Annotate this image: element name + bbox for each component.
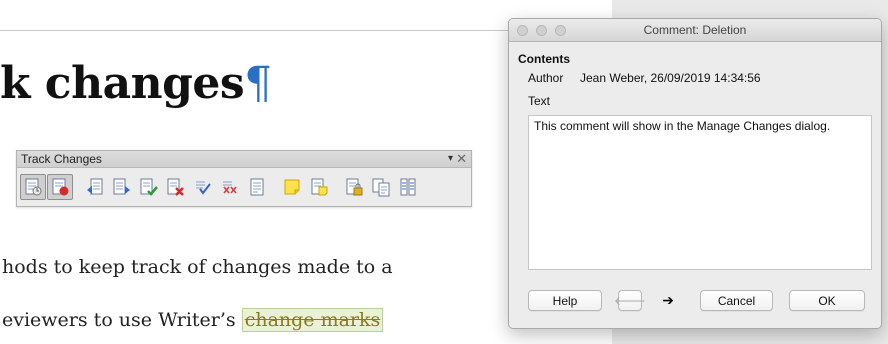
toolbar-icons	[20, 171, 422, 203]
body-line-2-text: eviewers to use Writer’s	[2, 309, 242, 331]
accept-all-button[interactable]	[190, 174, 216, 200]
accept-change-button[interactable]	[136, 174, 162, 200]
previous-change-button[interactable]	[82, 174, 108, 200]
reject-all-icon	[223, 181, 237, 194]
contents-heading: Contents	[518, 52, 570, 66]
show-changes-icon	[52, 178, 69, 196]
compare-document-icon	[372, 178, 390, 197]
body-line-2[interactable]: eviewers to use Writer’s change marks	[2, 308, 384, 332]
accept-change-icon	[140, 178, 158, 196]
cancel-button[interactable]: Cancel	[700, 290, 773, 311]
protect-changes-button[interactable]	[341, 174, 367, 200]
comment-change-button[interactable]	[306, 174, 332, 200]
tracked-deletion[interactable]: change marks	[241, 308, 384, 332]
merge-document-icon	[400, 178, 416, 196]
toolbar-title: Track Changes	[21, 152, 102, 166]
manage-changes-button[interactable]	[244, 174, 270, 200]
dialog-title-bar[interactable]: Comment: Deletion	[509, 19, 881, 42]
author-label: Author	[528, 71, 564, 85]
show-changes-button[interactable]	[47, 174, 73, 200]
comment-dialog: Comment: Deletion Contents Author Jean W…	[508, 18, 882, 329]
reject-all-button[interactable]	[217, 174, 243, 200]
compare-document-button[interactable]	[368, 174, 394, 200]
insert-comment-button[interactable]	[279, 174, 305, 200]
protect-changes-icon	[346, 178, 363, 196]
dialog-title: Comment: Deletion	[643, 23, 747, 37]
manage-changes-icon	[250, 178, 264, 196]
text-label: Text	[528, 94, 551, 108]
next-change-button[interactable]	[109, 174, 135, 200]
ok-button[interactable]: OK	[789, 290, 865, 311]
arrow-right-icon: ➔	[662, 292, 674, 308]
insert-comment-icon	[284, 179, 300, 195]
toolbar-title-bar[interactable]: Track Changes ▾ ✕	[17, 151, 471, 168]
arrow-left-icon: 🡐	[613, 294, 647, 308]
record-changes-button[interactable]	[20, 174, 46, 200]
document-heading[interactable]: k changes¶	[0, 58, 272, 109]
heading-text: k changes	[0, 58, 245, 109]
toolbar-close-icon[interactable]: ✕	[456, 151, 467, 166]
record-changes-icon	[25, 178, 42, 196]
pilcrow-mark: ¶	[244, 58, 272, 109]
previous-comment-button[interactable]: 🡐	[614, 290, 646, 311]
comment-textarea[interactable]: This comment will show in the Manage Cha…	[528, 115, 872, 270]
accept-all-icon	[196, 181, 211, 195]
next-change-icon	[113, 178, 130, 195]
header-divider	[0, 30, 512, 31]
next-comment-button[interactable]: ➔	[656, 290, 680, 311]
comment-change-icon	[311, 178, 328, 196]
track-changes-toolbar: Track Changes ▾ ✕	[16, 150, 472, 207]
reject-change-button[interactable]	[163, 174, 189, 200]
merge-document-button[interactable]	[395, 174, 421, 200]
help-button[interactable]: Help	[528, 290, 602, 311]
body-line-1[interactable]: hods to keep track of changes made to a	[2, 256, 393, 278]
toolbar-menu-icon[interactable]: ▾	[448, 153, 453, 165]
author-value: Jean Weber, 26/09/2019 14:34:56	[580, 71, 761, 85]
previous-change-icon	[87, 178, 103, 195]
reject-change-icon	[167, 178, 184, 196]
